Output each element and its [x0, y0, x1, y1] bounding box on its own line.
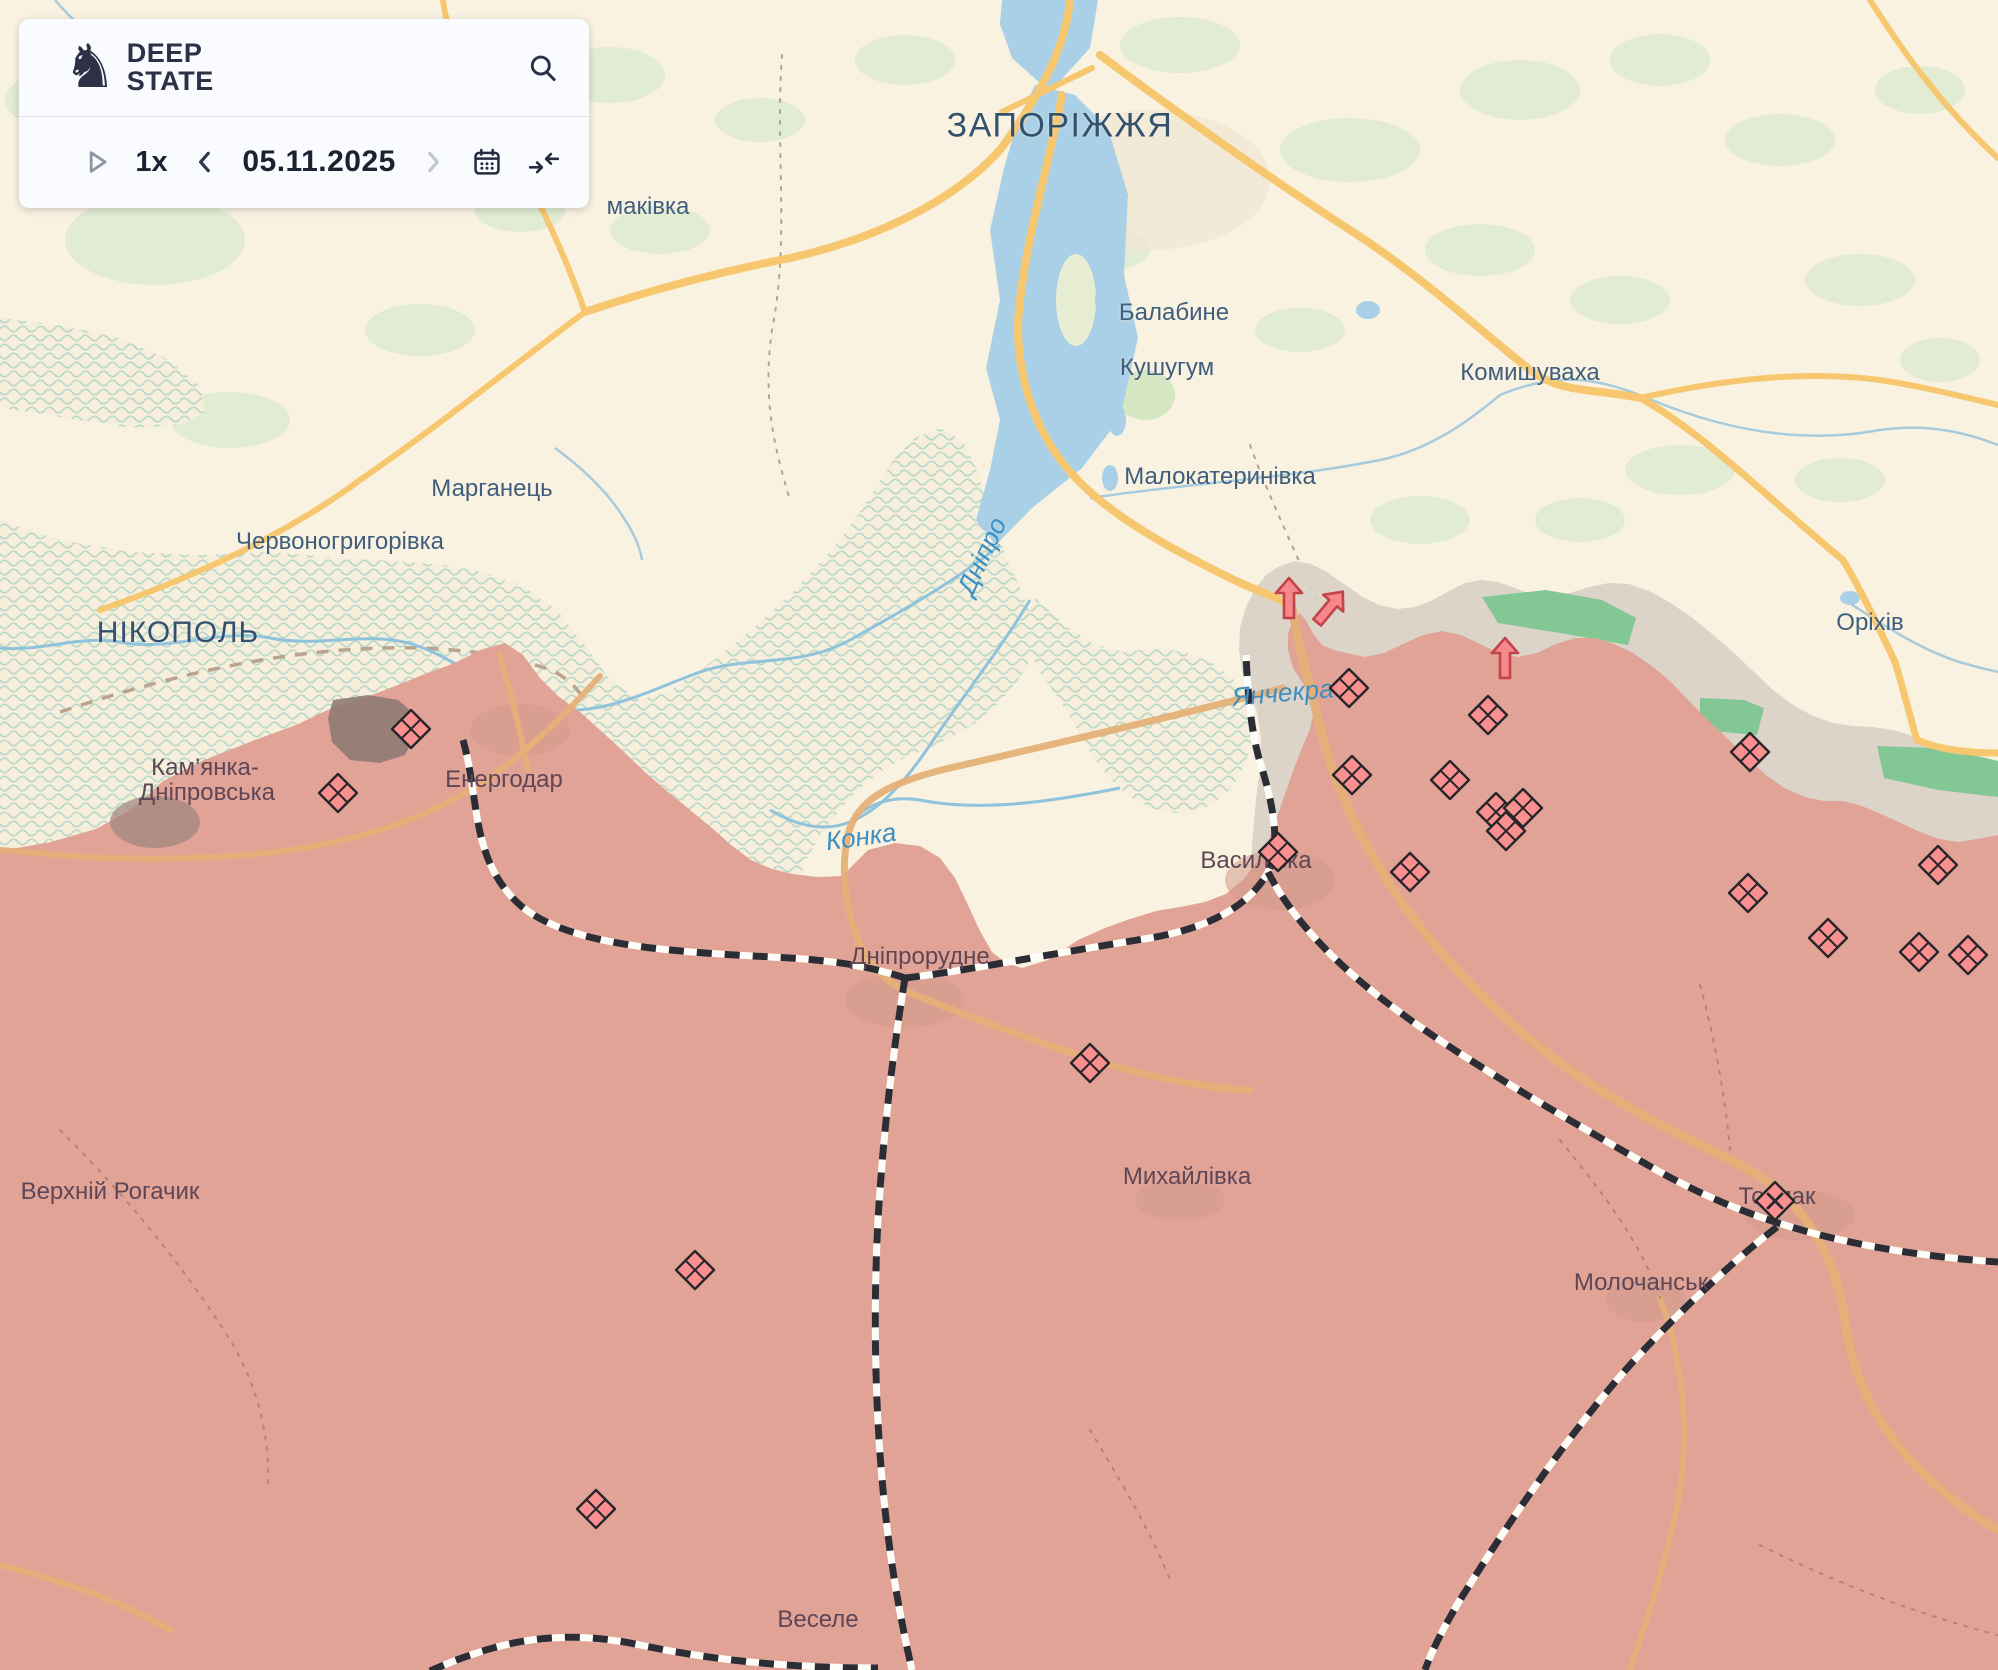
converging-arrows-icon [527, 146, 561, 178]
brand-line1: DEEP [127, 40, 214, 68]
control-panel: ♞ DEEP STATE 1x [19, 19, 589, 208]
chevron-left-icon [192, 149, 218, 175]
knight-logo-icon: ♞ [63, 39, 117, 96]
jump-latest-button[interactable] [527, 146, 561, 178]
speed-button[interactable]: 1x [135, 146, 167, 179]
deepstate-logo: ♞ DEEP STATE [63, 39, 525, 96]
search-button[interactable] [525, 51, 559, 85]
brand-text: DEEP STATE [127, 40, 214, 95]
calendar-button[interactable] [471, 146, 503, 178]
brand-line2: STATE [127, 68, 214, 96]
prev-day-button[interactable] [192, 149, 218, 175]
next-day-button[interactable] [420, 149, 446, 175]
play-button[interactable] [83, 148, 111, 176]
date-display[interactable]: 05.11.2025 [242, 145, 396, 179]
play-icon [83, 148, 111, 176]
map-canvas[interactable] [0, 0, 1998, 1670]
search-icon [525, 51, 559, 85]
calendar-icon [471, 146, 503, 178]
deepstate-map-app: ЗАПОРІЖЖЯБалабинеКушугумКомишувахаМалока… [0, 0, 1998, 1670]
chevron-right-icon [420, 149, 446, 175]
